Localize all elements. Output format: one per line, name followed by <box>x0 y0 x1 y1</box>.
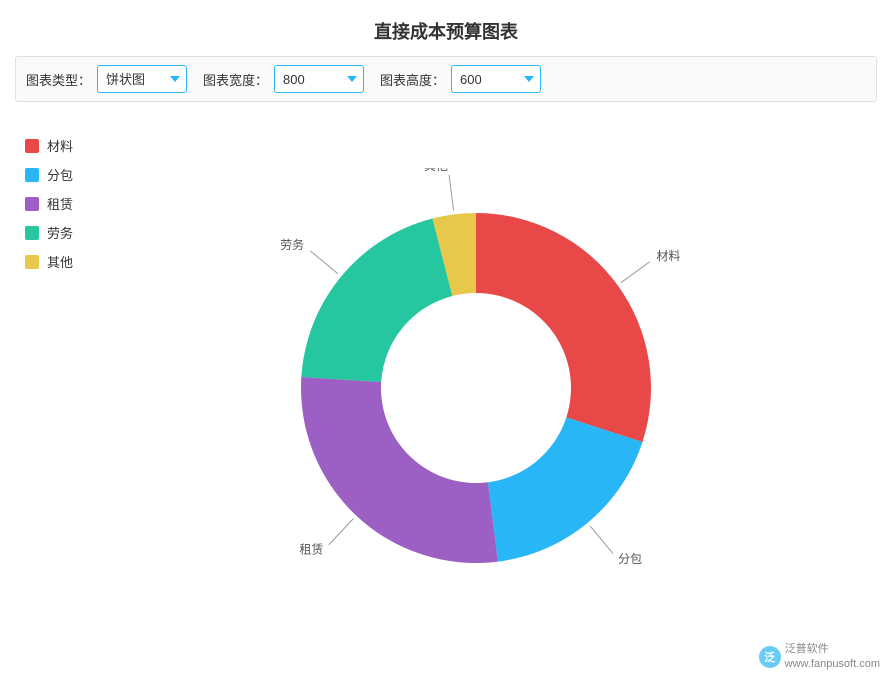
legend-label: 劳务 <box>47 223 73 242</box>
legend: 材料 分包 租赁 劳务 其他 <box>15 116 95 669</box>
legend-label: 其他 <box>47 252 73 271</box>
page-container: 直接成本预算图表 图表类型： 饼状图 柱状图 折线图 图表宽度： 600 700… <box>0 0 892 679</box>
chart-segment <box>488 417 643 561</box>
chart-label-line <box>310 250 338 273</box>
legend-item: 劳务 <box>25 223 85 242</box>
donut-container: 材料分包 租赁 劳务 其他 <box>95 116 877 669</box>
legend-color <box>25 197 39 211</box>
chart-height-select[interactable]: 400 500 600 700 <box>451 65 541 93</box>
legend-label: 租赁 <box>47 194 73 213</box>
toolbar: 图表类型： 饼状图 柱状图 折线图 图表宽度： 600 700 800 900 … <box>15 56 877 102</box>
watermark-icon: 泛 <box>759 646 781 668</box>
legend-item: 其他 <box>25 252 85 271</box>
chart-segment <box>301 377 498 563</box>
chart-label-line <box>621 261 650 282</box>
chart-width-select[interactable]: 600 700 800 900 <box>274 65 364 93</box>
chart-height-label: 图表高度： <box>380 70 445 89</box>
legend-color <box>25 226 39 240</box>
chart-width-item: 图表宽度： 600 700 800 900 <box>203 65 364 93</box>
chart-label-text: 劳务 <box>280 237 304 252</box>
chart-area: 材料 分包 租赁 劳务 其他 材料分包租赁劳务其他 <box>15 116 877 669</box>
watermark: 泛 泛普软件 www.fanpusoft.com <box>759 642 880 671</box>
chart-label-line <box>329 518 354 544</box>
chart-segment <box>476 213 651 442</box>
chart-type-item: 图表类型： 饼状图 柱状图 折线图 <box>26 65 187 93</box>
legend-color <box>25 168 39 182</box>
chart-label-text: 租赁 <box>299 542 323 556</box>
legend-label: 分包 <box>47 165 73 184</box>
chart-segment <box>301 218 452 382</box>
chart-label-line <box>590 525 613 553</box>
watermark-icon-text: 泛 <box>764 649 775 665</box>
donut-chart-svg: 材料分包 租赁 劳务 其他 <box>246 168 726 618</box>
chart-width-label: 图表宽度： <box>203 70 268 89</box>
chart-label-text: 材料 <box>656 249 680 263</box>
chart-type-label: 图表类型： <box>26 70 91 89</box>
watermark-company: 泛普软件 <box>785 642 880 656</box>
page-title: 直接成本预算图表 <box>15 10 877 56</box>
chart-label-line <box>449 174 454 210</box>
watermark-text: 泛普软件 www.fanpusoft.com <box>785 642 880 671</box>
legend-item: 材料 <box>25 136 85 155</box>
legend-color <box>25 139 39 153</box>
legend-item: 分包 <box>25 165 85 184</box>
chart-height-item: 图表高度： 400 500 600 700 <box>380 65 541 93</box>
chart-label-text: 其他 <box>424 168 448 173</box>
chart-type-select[interactable]: 饼状图 柱状图 折线图 <box>97 65 187 93</box>
legend-color <box>25 255 39 269</box>
watermark-url: www.fanpusoft.com <box>785 657 880 671</box>
chart-label-text: 分包 <box>618 551 642 565</box>
legend-label: 材料 <box>47 136 73 155</box>
legend-item: 租赁 <box>25 194 85 213</box>
